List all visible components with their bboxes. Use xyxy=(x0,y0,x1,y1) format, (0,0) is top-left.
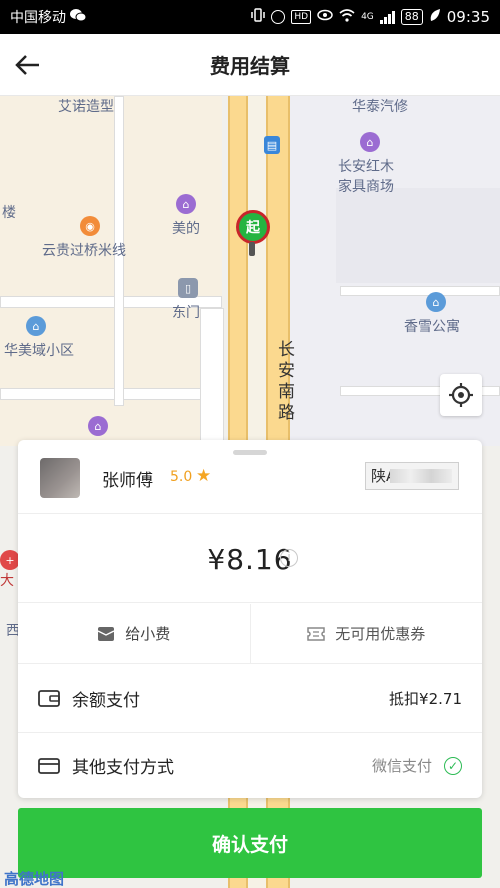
balance-payment-label: 余额支付 xyxy=(72,690,140,711)
map-label: 美的 xyxy=(172,221,200,237)
balance-deduction: 抵扣¥2.71 xyxy=(389,689,462,708)
gate-poi-icon[interactable]: ▯ xyxy=(178,278,198,298)
driver-avatar xyxy=(40,458,80,498)
page-title: 费用结算 xyxy=(210,54,290,78)
map-label: 东门 xyxy=(172,305,200,321)
residence-poi-icon[interactable]: ⌂ xyxy=(26,316,46,336)
shopping-poi-icon[interactable]: ⌂ xyxy=(88,416,108,436)
map-road xyxy=(340,286,500,296)
star-icon: ★ xyxy=(196,466,212,486)
coupon-button[interactable]: 无可用优惠券 xyxy=(249,604,483,663)
fare-section: ¥8.16 i xyxy=(18,515,482,603)
hospital-poi-icon[interactable]: + xyxy=(0,550,20,570)
marker-stem xyxy=(249,242,255,256)
eye-icon xyxy=(317,9,333,25)
envelope-icon xyxy=(97,626,115,641)
payment-panel: 张师傅 5.0 ★ 陕A ¥8.16 i 给小费 无可用优惠券 余额支付 抵扣¥… xyxy=(18,440,482,798)
network-type-label: 4G xyxy=(361,12,374,22)
check-circle-icon: ✓ xyxy=(444,756,462,775)
driver-info: 张师傅 5.0 ★ 陕A xyxy=(18,440,482,514)
map-block xyxy=(336,188,500,283)
fare-amount: ¥8.16 xyxy=(207,543,293,576)
balance-payment-row[interactable]: 余额支付 抵扣¥2.71 xyxy=(18,665,482,731)
tip-label: 给小费 xyxy=(125,625,171,643)
confirm-payment-button[interactable]: 确认支付 xyxy=(18,808,482,878)
residence-poi-icon[interactable]: ⌂ xyxy=(426,292,446,312)
selected-payment-method: 微信支付 xyxy=(371,757,432,775)
card-icon xyxy=(38,757,60,774)
carrier-label: 中国移动 xyxy=(10,10,66,26)
map-label: 艾诺造型 xyxy=(58,99,114,115)
fare-info-icon[interactable]: i xyxy=(280,549,298,567)
map-label: 华泰汽修 xyxy=(352,99,408,115)
wifi-icon xyxy=(339,8,355,26)
hd-icon: HD xyxy=(291,10,312,24)
map-label: 香雪公寓 xyxy=(404,319,460,335)
signal-icon xyxy=(379,10,395,24)
start-location-marker[interactable]: 起 xyxy=(236,210,270,244)
battery-indicator: 88 xyxy=(400,9,423,25)
road-name-label: 长安南路 xyxy=(274,340,294,424)
status-bar: 中国移动 HD 4G 88 09:35 xyxy=(0,0,500,34)
map-label: 家具商场 xyxy=(338,179,394,195)
map-label: 长安红木 xyxy=(338,159,394,175)
map-label: 云贵过桥米线 xyxy=(42,243,126,259)
arrow-left-icon xyxy=(15,55,39,75)
driver-name: 张师傅 xyxy=(102,471,153,491)
bus-stop-icon[interactable]: ▤ xyxy=(264,136,280,154)
wallet-icon xyxy=(38,690,60,707)
leaf-icon xyxy=(429,8,441,26)
restaurant-poi-icon[interactable]: ◉ xyxy=(80,216,100,236)
shopping-poi-icon[interactable]: ⌂ xyxy=(176,194,196,214)
back-button[interactable] xyxy=(8,45,48,85)
map-road xyxy=(0,388,222,400)
coupon-label: 无可用优惠券 xyxy=(335,625,426,643)
tip-button[interactable]: 给小费 xyxy=(18,604,250,663)
wechat-notification-icon xyxy=(70,8,87,26)
coupon-icon xyxy=(307,626,325,641)
alarm-icon xyxy=(271,10,286,24)
map-provider-logo: 高德地图 xyxy=(4,870,65,888)
map-label: 大 xyxy=(0,573,14,589)
license-plate: 陕A xyxy=(365,462,459,490)
crosshair-icon xyxy=(449,383,473,407)
other-payment-row[interactable]: 其他支付方式 微信支付 ✓ xyxy=(18,732,482,798)
map-label: 楼 xyxy=(2,205,16,221)
clock-label: 09:35 xyxy=(446,8,490,26)
plate-obscured xyxy=(390,469,452,483)
driver-rating: 5.0 xyxy=(170,469,193,485)
fare-actions: 给小费 无可用优惠券 xyxy=(18,604,482,664)
shopping-poi-icon[interactable]: ⌂ xyxy=(360,132,380,152)
vibrate-icon xyxy=(251,8,266,26)
locate-me-button[interactable] xyxy=(440,374,482,416)
other-payment-label: 其他支付方式 xyxy=(72,758,174,778)
map-label: 华美域小区 xyxy=(4,343,74,359)
app-header: 费用结算 xyxy=(0,34,500,96)
